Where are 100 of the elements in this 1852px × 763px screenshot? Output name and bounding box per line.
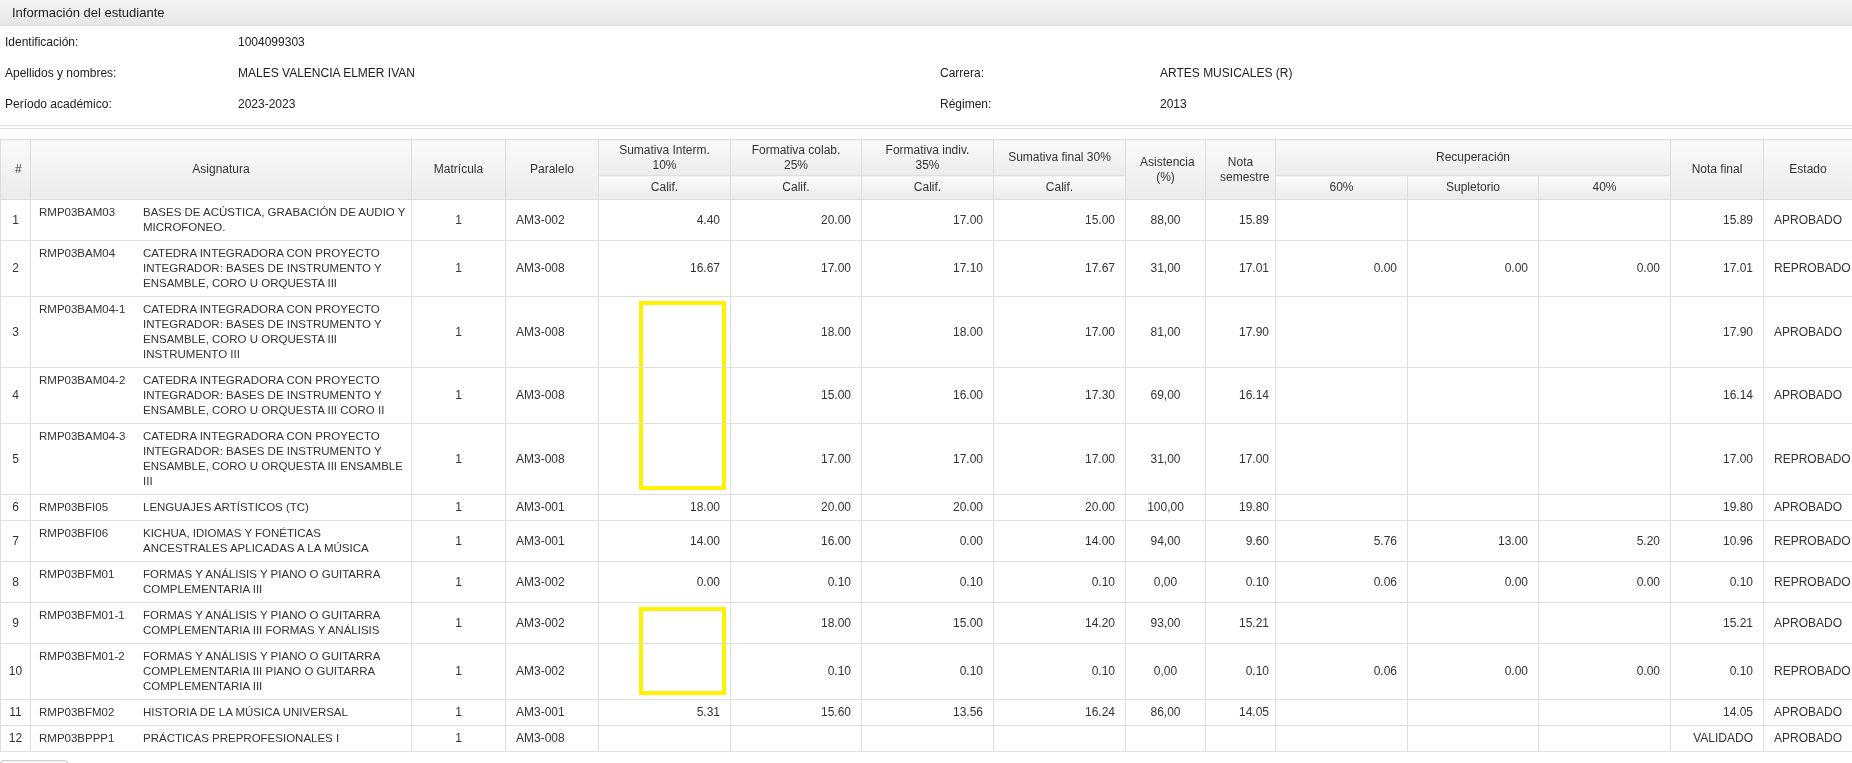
table-cell: 17.67: [993, 240, 1126, 297]
table-cell: 1: [411, 561, 506, 603]
table-cell: 81,00: [1125, 296, 1206, 368]
column-header[interactable]: Nota semestre: [1205, 139, 1276, 200]
table-cell: 0.00: [1407, 561, 1539, 603]
table-cell: 14.05: [1205, 699, 1276, 726]
table-cell: 0.00: [1538, 561, 1671, 603]
subject-code: RMP03BAM04-1: [39, 302, 127, 317]
table-cell: AM3-008: [505, 423, 599, 495]
table-cell: 17.00: [993, 423, 1126, 495]
table-cell: 16.00: [861, 367, 994, 424]
subject-code: RMP03BAM04-2: [39, 373, 127, 388]
subject-name: CATEDRA INTEGRADORA CON PROYECTO INTEGRADOR: BASES DE INSTRUMENTO Y ENSAMBLE, CORO U ORQUESTA III INSTRUMENTO III: [143, 302, 383, 362]
column-header[interactable]: Paralelo: [505, 139, 599, 200]
table-cell: 3: [0, 296, 31, 368]
table-cell: AM3-002: [505, 561, 599, 603]
table-cell: AM3-002: [505, 199, 599, 241]
table-cell: 18.00: [730, 296, 862, 368]
field-value: 2023-2023: [238, 95, 297, 113]
subject-name: FORMAS Y ANÁLISIS Y PIANO O GUITARRA COMPLEMENTARIA III FORMAS Y ANÁLISIS: [143, 608, 382, 638]
table-cell: 19.80: [1205, 494, 1276, 521]
column-header[interactable]: Asistencia (%): [1125, 139, 1206, 200]
table-cell: 5: [0, 423, 31, 495]
subject-code: RMP03BFM01: [39, 567, 116, 582]
column-header[interactable]: #: [0, 139, 31, 200]
table-cell: 12: [0, 725, 31, 752]
table-cell: 20.00: [730, 494, 862, 521]
table-cell: 5.20: [1538, 520, 1671, 562]
column-header[interactable]: Recuperación: [1275, 139, 1671, 176]
column-header[interactable]: Supletorio: [1407, 175, 1539, 200]
column-header[interactable]: 40%: [1538, 175, 1671, 200]
table-cell: 4: [0, 367, 31, 424]
table-cell: 9: [0, 602, 31, 644]
table-cell: AM3-008: [505, 296, 599, 368]
table-cell: 15.00: [861, 602, 994, 644]
table-cell: 14.05: [1670, 699, 1764, 726]
table-cell: 0.10: [861, 561, 994, 603]
table-cell: 7: [0, 520, 31, 562]
table-cell: 100,00: [1125, 494, 1206, 521]
table-cell: 0.10: [1670, 561, 1764, 603]
column-header[interactable]: Estado: [1763, 139, 1852, 200]
table-cell: AM3-008: [505, 367, 599, 424]
table-cell: 1: [411, 296, 506, 368]
subject-name: CATEDRA INTEGRADORA CON PROYECTO INTEGRADOR: BASES DE INSTRUMENTO Y ENSAMBLE, CORO U ORQUESTA III ENSAMBLE III: [143, 429, 404, 489]
table-cell: 5.31: [598, 699, 731, 726]
column-header[interactable]: Sumativa Interm. 10%: [598, 139, 731, 176]
column-header[interactable]: Calif.: [598, 175, 731, 200]
column-header[interactable]: Formativa colab. 25%: [730, 139, 862, 176]
table-cell: 0.10: [1205, 643, 1276, 700]
column-header[interactable]: Sumativa final 30%: [993, 139, 1126, 176]
table-cell: 1: [0, 199, 31, 241]
subject-name: KICHUA, IDIOMAS Y FONÉTICAS ANCESTRALES APLICADAS A LA MÚSICA: [143, 526, 370, 556]
table-cell: 8: [0, 561, 31, 603]
table-cell: 11: [0, 699, 31, 726]
table-cell: AM3-002: [505, 643, 599, 700]
field-label: Período académico:: [4, 95, 113, 113]
field-value: 2013: [1160, 95, 1187, 113]
table-cell: 16.14: [1670, 367, 1764, 424]
table-cell: 0.10: [730, 561, 862, 603]
table-cell: 17.00: [861, 423, 994, 495]
table-cell: 18.00: [598, 494, 731, 521]
table-cell: 15.21: [1205, 602, 1276, 644]
column-header[interactable]: 60%: [1275, 175, 1408, 200]
table-cell: AM3-001: [505, 494, 599, 521]
table-cell: 15.00: [993, 199, 1126, 241]
table-cell: 14.20: [993, 602, 1126, 644]
table-cell: 9.60: [1205, 520, 1276, 562]
table-cell: 0.00: [861, 520, 994, 562]
table-cell: 16.24: [993, 699, 1126, 726]
subject-name: PRÁCTICAS PREPROFESIONALES I: [143, 731, 340, 746]
table-cell: 13.00: [1407, 520, 1539, 562]
subject-code: RMP03BFI05: [39, 500, 110, 515]
column-header[interactable]: Calif.: [861, 175, 994, 200]
table-cell: 14.00: [993, 520, 1126, 562]
table-cell: VALIDADO: [1670, 725, 1764, 752]
table-cell: 13.56: [861, 699, 994, 726]
column-header[interactable]: Formativa indiv. 35%: [861, 139, 994, 176]
table-cell: 69,00: [1125, 367, 1206, 424]
column-header[interactable]: Matrícula: [411, 139, 506, 200]
table-cell: 17.00: [1670, 423, 1764, 495]
table-cell: 17.00: [993, 296, 1126, 368]
table-cell: 16.14: [1205, 367, 1276, 424]
table-cell: 15.21: [1670, 602, 1764, 644]
table-cell: 0.10: [1205, 561, 1276, 603]
table-cell: 1: [411, 367, 506, 424]
column-header[interactable]: Calif.: [730, 175, 862, 200]
subject-name: HISTORIA DE LA MÚSICA UNIVERSAL: [143, 705, 348, 720]
table-cell: 17.30: [993, 367, 1126, 424]
table-cell: 17.00: [861, 199, 994, 241]
subject-code: RMP03BFM02: [39, 705, 116, 720]
table-cell: 0.00: [598, 561, 731, 603]
column-header[interactable]: Calif.: [993, 175, 1126, 200]
table-cell: 10: [0, 643, 31, 700]
table-cell: 1: [411, 199, 506, 241]
table-cell: 15.60: [730, 699, 862, 726]
field-label: Apellidos y nombres:: [4, 64, 118, 82]
column-header[interactable]: Nota final: [1670, 139, 1764, 200]
column-header[interactable]: Asignatura: [30, 139, 412, 200]
table-cell: 18.00: [861, 296, 994, 368]
table-cell: 17.01: [1670, 240, 1764, 297]
